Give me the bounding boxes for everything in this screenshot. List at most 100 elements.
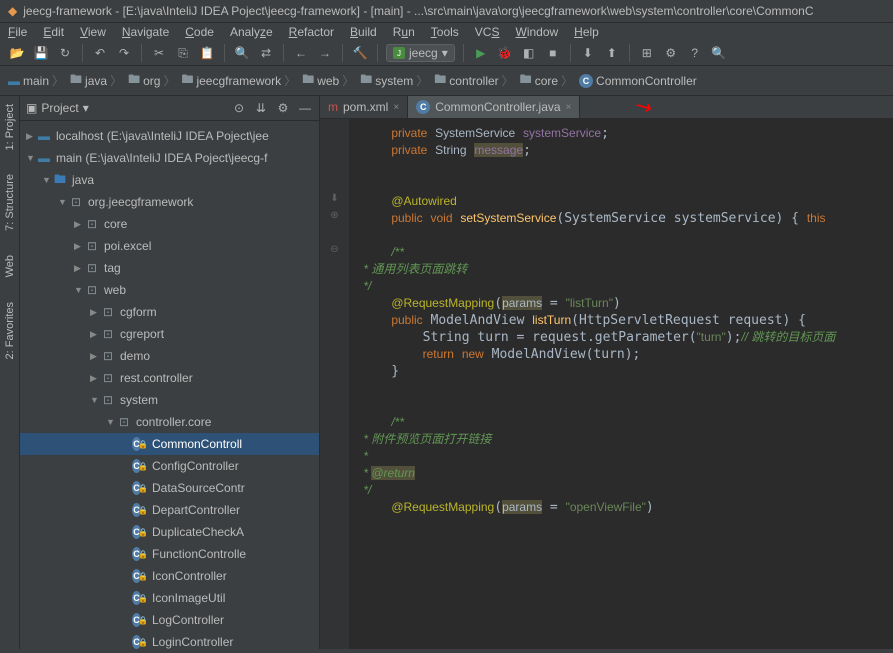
tree-item-rest-controller[interactable]: ▶⊡rest.controller xyxy=(20,367,319,389)
run-config-selector[interactable]: J jeecg ▾ xyxy=(386,44,455,62)
project-tree[interactable]: ▶▬localhost (E:\java\InteliJ IDEA Poject… xyxy=(20,121,319,649)
crumb-commoncontroller[interactable]: CCommonController xyxy=(579,74,697,88)
crumb-controller[interactable]: 🖿controller 〉 xyxy=(434,70,513,91)
menu-help[interactable]: Help xyxy=(574,25,599,39)
locate-icon[interactable]: ⊙ xyxy=(231,100,247,116)
annotation-arrow: ↘ xyxy=(630,96,657,122)
replace-icon[interactable]: ⇄ xyxy=(257,44,275,62)
project-view-icon: ▣ xyxy=(26,101,37,115)
stop-icon[interactable]: ■ xyxy=(544,44,562,62)
tree-item-duplicatechecka[interactable]: C🔒DuplicateCheckA xyxy=(20,521,319,543)
menu-refactor[interactable]: Refactor xyxy=(289,25,334,39)
chevron-down-icon[interactable]: ▾ xyxy=(83,101,89,115)
tree-item-tag[interactable]: ▶⊡tag xyxy=(20,257,319,279)
crumb-web[interactable]: 🖿web 〉 xyxy=(302,70,354,91)
build-icon[interactable]: 🔨 xyxy=(351,44,369,62)
hide-icon[interactable]: — xyxy=(297,100,313,116)
collapse-icon[interactable]: ⇊ xyxy=(253,100,269,116)
crumb-core[interactable]: 🖿core 〉 xyxy=(520,70,573,91)
tree-item-functioncontrolle[interactable]: C🔒FunctionControlle xyxy=(20,543,319,565)
gutter-fold-icon[interactable]: ⊕ xyxy=(320,210,349,227)
tree-item-cgform[interactable]: ▶⊡cgform xyxy=(20,301,319,323)
gutter-override-icon[interactable]: ⬇ xyxy=(320,193,349,210)
rail-structure[interactable]: 7: Structure xyxy=(4,174,16,231)
menu-window[interactable]: Window xyxy=(515,25,558,39)
tree-item-poi-excel[interactable]: ▶⊡poi.excel xyxy=(20,235,319,257)
tree-item-java[interactable]: ▼🖿java xyxy=(20,169,319,191)
rail-project[interactable]: 1: Project xyxy=(4,104,16,150)
menubar: File Edit View Navigate Code Analyze Ref… xyxy=(0,23,893,41)
tree-item-iconcontroller[interactable]: C🔒IconController xyxy=(20,565,319,587)
close-icon[interactable]: × xyxy=(566,102,572,113)
tab-commoncontroller-java[interactable]: CCommonController.java× xyxy=(408,96,580,118)
save-icon[interactable]: 💾 xyxy=(32,44,50,62)
tree-item-configcontroller[interactable]: C🔒ConfigController xyxy=(20,455,319,477)
sync-icon[interactable]: ↻ xyxy=(56,44,74,62)
tree-item-commoncontroll[interactable]: C🔒CommonControll xyxy=(20,433,319,455)
close-icon[interactable]: × xyxy=(393,102,399,113)
crumb-system[interactable]: 🖿system 〉 xyxy=(360,70,428,91)
menu-build[interactable]: Build xyxy=(350,25,377,39)
gutter-fold-icon[interactable]: ⊖ xyxy=(320,244,349,261)
help-icon[interactable]: ? xyxy=(686,44,704,62)
menu-analyze[interactable]: Analyze xyxy=(230,25,273,39)
gear-icon[interactable]: ⚙ xyxy=(275,100,291,116)
crumb-main[interactable]: ▬main 〉 xyxy=(8,72,64,89)
project-panel-title[interactable]: Project xyxy=(41,101,78,115)
menu-navigate[interactable]: Navigate xyxy=(122,25,169,39)
tree-item-logincontroller[interactable]: C🔒LoginController xyxy=(20,631,319,649)
run-icon[interactable]: ▶ xyxy=(472,44,490,62)
open-icon[interactable]: 📂 xyxy=(8,44,26,62)
crumb-jeecgframework[interactable]: 🖿jeecgframework 〉 xyxy=(181,70,296,91)
code-editor[interactable]: private SystemService systemService; pri… xyxy=(350,119,893,649)
coverage-icon[interactable]: ◧ xyxy=(520,44,538,62)
rail-web[interactable]: Web xyxy=(4,255,16,277)
menu-view[interactable]: View xyxy=(80,25,106,39)
menu-file[interactable]: File xyxy=(8,25,27,39)
editor-gutter[interactable]: ⬇ ⊕ ⊖ xyxy=(320,119,350,649)
runconfig-name: jeecg xyxy=(409,46,438,60)
vcs-commit-icon[interactable]: ⬆ xyxy=(603,44,621,62)
tree-item-controller-core[interactable]: ▼⊡controller.core xyxy=(20,411,319,433)
tree-item-main[interactable]: ▼▬main (E:\java\InteliJ IDEA Poject\jeec… xyxy=(20,147,319,169)
back-icon[interactable]: ← xyxy=(292,44,310,62)
settings-icon[interactable]: ⚙ xyxy=(662,44,680,62)
structure-icon[interactable]: ⊞ xyxy=(638,44,656,62)
copy-icon[interactable]: ⎘ xyxy=(174,44,192,62)
tree-item-system[interactable]: ▼⊡system xyxy=(20,389,319,411)
titlebar: ◆ jeecg-framework - [E:\java\InteliJ IDE… xyxy=(0,0,893,23)
tree-item-demo[interactable]: ▶⊡demo xyxy=(20,345,319,367)
vcs-update-icon[interactable]: ⬇ xyxy=(579,44,597,62)
tree-item-web[interactable]: ▼⊡web xyxy=(20,279,319,301)
redo-icon[interactable]: ↷ xyxy=(115,44,133,62)
tree-item-core[interactable]: ▶⊡core xyxy=(20,213,319,235)
editor-area: mpom.xml×CCommonController.java×↘ ⬇ ⊕ ⊖ … xyxy=(320,96,893,649)
tree-item-iconimageutil[interactable]: C🔒IconImageUtil xyxy=(20,587,319,609)
chevron-down-icon: ▾ xyxy=(442,46,448,60)
editor-tabs: mpom.xml×CCommonController.java× ↘ xyxy=(320,96,893,119)
undo-icon[interactable]: ↶ xyxy=(91,44,109,62)
tree-item-cgreport[interactable]: ▶⊡cgreport xyxy=(20,323,319,345)
paste-icon[interactable]: 📋 xyxy=(198,44,216,62)
tab-pom-xml[interactable]: mpom.xml× xyxy=(320,96,408,118)
tree-item-localhost[interactable]: ▶▬localhost (E:\java\InteliJ IDEA Poject… xyxy=(20,125,319,147)
project-panel-header: ▣ Project ▾ ⊙ ⇊ ⚙ — xyxy=(20,96,319,121)
cut-icon[interactable]: ✂ xyxy=(150,44,168,62)
crumb-org[interactable]: 🖿org 〉 xyxy=(128,70,175,91)
app-icon: ◆ xyxy=(8,4,17,18)
tree-item-org-jeecgframework[interactable]: ▼⊡org.jeecgframework xyxy=(20,191,319,213)
rail-favorites[interactable]: 2: Favorites xyxy=(4,302,16,359)
debug-icon[interactable]: 🐞 xyxy=(496,44,514,62)
menu-tools[interactable]: Tools xyxy=(431,25,459,39)
tree-item-datasourcecontr[interactable]: C🔒DataSourceContr xyxy=(20,477,319,499)
find-icon[interactable]: 🔍 xyxy=(233,44,251,62)
menu-edit[interactable]: Edit xyxy=(43,25,64,39)
menu-code[interactable]: Code xyxy=(185,25,214,39)
forward-icon[interactable]: → xyxy=(316,44,334,62)
menu-run[interactable]: Run xyxy=(393,25,415,39)
tree-item-logcontroller[interactable]: C🔒LogController xyxy=(20,609,319,631)
search-everywhere-icon[interactable]: 🔍 xyxy=(710,44,728,62)
menu-vcs[interactable]: VCS xyxy=(475,25,500,39)
tree-item-departcontroller[interactable]: C🔒DepartController xyxy=(20,499,319,521)
crumb-java[interactable]: 🖿java 〉 xyxy=(70,70,122,91)
